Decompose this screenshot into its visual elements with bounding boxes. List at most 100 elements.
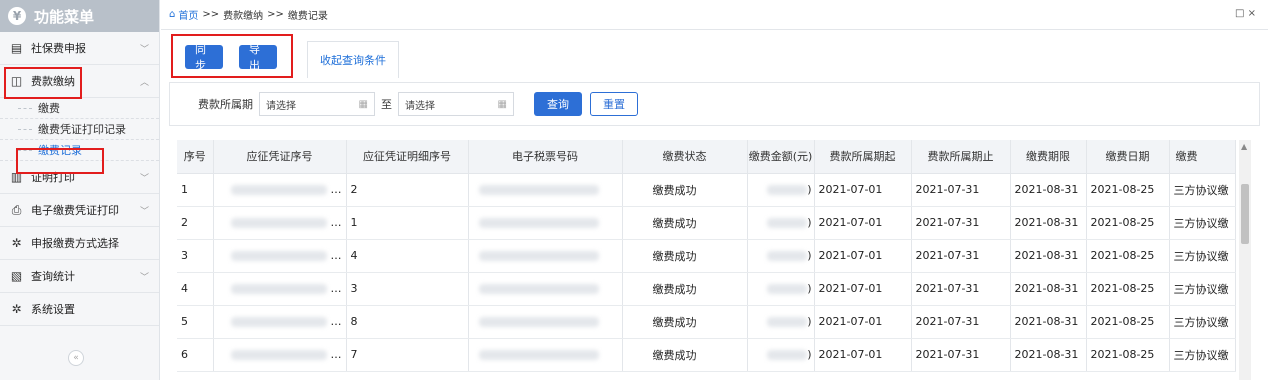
period-end-input[interactable]: 请选择 ▦ — [398, 92, 514, 116]
status-cell: 缴费成功 — [622, 272, 748, 306]
table-row[interactable]: 3 … 4 缴费成功) 2021-07-01 2021-07-31 2021-08-31 20… — [177, 239, 1236, 273]
breadcrumb-home-link[interactable]: 首页 — [178, 7, 198, 22]
row-number-cell: 4 — [177, 272, 214, 306]
redacted-value — [478, 350, 599, 360]
sidebar-item-system-settings[interactable]: ✲ 系统设置 — [0, 293, 159, 326]
sync-button[interactable]: 同步 — [185, 43, 223, 72]
sidebar-item-e-voucher-print[interactable]: ⎙ 电子缴费凭证打印 ﹀ — [0, 194, 159, 227]
column-header: 电子税票号码 — [468, 140, 623, 174]
table-header-row: 序号 应征凭证序号 应征凭证明细序号 电子税票号码 缴费状态 缴费金额(元) 费… — [177, 140, 1236, 174]
period-start-placeholder: 请选择 — [266, 100, 296, 112]
table-row[interactable]: 2 … 1 缴费成功) 2021-07-01 2021-07-31 2021-08-31 20… — [177, 206, 1236, 240]
document-icon: ▤ — [10, 41, 23, 55]
tax-ticket-cell — [468, 206, 623, 240]
sidebar-item-certificate-print[interactable]: ▥ 证明打印 ﹀ — [0, 161, 159, 194]
sidebar-item-label: 费款缴纳 — [31, 75, 75, 88]
sidebar-subitem-payment-records[interactable]: 缴费记录 — [0, 140, 159, 161]
sidebar-subitem-voucher-print-records[interactable]: 缴费凭证打印记录 — [0, 119, 159, 140]
tax-ticket-cell — [468, 272, 623, 306]
bookmark-icon: ◫ — [10, 74, 23, 88]
table-row[interactable]: 5 … 8 缴费成功) 2021-07-01 2021-07-31 2021-08-31 20… — [177, 305, 1236, 339]
detail-number-cell: 2 — [346, 173, 469, 207]
tax-ticket-cell — [468, 338, 623, 372]
status-cell: 缴费成功 — [622, 239, 748, 273]
tab-collapse-query[interactable]: 收起查询条件 — [307, 41, 399, 78]
query-button[interactable]: 查询 — [534, 92, 582, 116]
status-cell: 缴费成功 — [622, 173, 748, 207]
deadline-cell: 2021-08-31 — [1010, 272, 1087, 306]
voucher-number-cell: … — [213, 305, 347, 339]
period-start-cell: 2021-07-01 — [814, 305, 912, 339]
period-start-cell: 2021-07-01 — [814, 338, 912, 372]
calendar-icon: ▦ — [358, 98, 368, 110]
sidebar-item-payment-method[interactable]: ✲ 申报缴费方式选择 — [0, 227, 159, 260]
window-controls[interactable]: □ × — [1235, 8, 1256, 19]
sidebar-item-label: 系统设置 — [31, 303, 75, 316]
sidebar-title: 功能菜单 — [34, 7, 95, 26]
deadline-cell: 2021-08-31 — [1010, 206, 1087, 240]
chart-icon: ▧ — [10, 269, 23, 283]
sidebar-item-label: 电子缴费凭证打印 — [31, 204, 119, 217]
period-end-cell: 2021-07-31 — [911, 173, 1011, 207]
sidebar-item-label: 申报缴费方式选择 — [31, 237, 119, 250]
redacted-value — [767, 185, 808, 195]
vertical-scrollbar[interactable]: ▲ — [1239, 140, 1251, 380]
redacted-value — [767, 284, 808, 294]
status-cell: 缴费成功 — [622, 206, 748, 240]
sidebar-item-label: 证明打印 — [31, 171, 75, 184]
sidebar-subitem-pay[interactable]: 缴费 — [0, 98, 159, 119]
row-number-cell: 2 — [177, 206, 214, 240]
yuan-icon: ¥ — [8, 7, 26, 25]
sidebar: ¥ 功能菜单 ▤ 社保费申报 ﹀ ◫ 费款缴纳 ︿ 缴费 缴费凭证打印记录 缴费… — [0, 0, 160, 380]
payment-date-cell: 2021-08-25 — [1086, 206, 1170, 240]
period-start-input[interactable]: 请选择 ▦ — [259, 92, 375, 116]
tax-ticket-cell — [468, 173, 623, 207]
voucher-number-cell: … — [213, 239, 347, 273]
amount-cell: ) — [747, 305, 815, 339]
sidebar-item-query-stats[interactable]: ▧ 查询统计 ﹀ — [0, 260, 159, 293]
export-button[interactable]: 导出 — [239, 43, 277, 72]
payment-method-cell: 三方协议缴 — [1169, 338, 1236, 372]
tab-label: 收起查询条件 — [320, 54, 386, 67]
sidebar-item-fee-payment[interactable]: ◫ 费款缴纳 ︿ — [0, 65, 159, 98]
certificate-icon: ▥ — [10, 170, 23, 184]
redacted-value — [230, 284, 327, 294]
tax-ticket-cell — [468, 239, 623, 273]
table-row[interactable]: 6 … 7 缴费成功) 2021-07-01 2021-07-31 2021-08-31 20… — [177, 338, 1236, 372]
scrollbar-thumb[interactable] — [1241, 184, 1249, 244]
truncation-mark: … — [330, 183, 342, 196]
scroll-up-icon[interactable]: ▲ — [1241, 142, 1247, 151]
payment-method-cell: 三方协议缴 — [1169, 305, 1236, 339]
printer-icon: ⎙ — [11, 202, 22, 217]
table-row[interactable]: 1 … 2 缴费成功) 2021-07-01 2021-07-31 2021-08-31 20… — [177, 173, 1236, 207]
voucher-number-cell: … — [213, 206, 347, 240]
payment-date-cell: 2021-08-25 — [1086, 338, 1170, 372]
redacted-value — [767, 317, 808, 327]
period-start-cell: 2021-07-01 — [814, 206, 912, 240]
deadline-cell: 2021-08-31 — [1010, 338, 1087, 372]
sidebar-collapse-button[interactable]: « — [68, 350, 84, 366]
redacted-value — [767, 218, 808, 228]
amount-cell: ) — [747, 239, 815, 273]
reset-button[interactable]: 重置 — [590, 92, 638, 116]
column-header: 缴费 — [1169, 140, 1236, 174]
breadcrumb-separator: >> — [267, 9, 284, 20]
voucher-number-cell: … — [213, 338, 347, 372]
redacted-value — [230, 251, 327, 261]
detail-number-cell: 1 — [346, 206, 469, 240]
voucher-number-cell: … — [213, 272, 347, 306]
chevron-down-icon: ﹀ — [139, 206, 149, 217]
period-label: 费款所属期 — [198, 98, 253, 111]
redacted-value — [767, 251, 808, 261]
payment-method-cell: 三方协议缴 — [1169, 239, 1236, 273]
chevron-down-icon: ﹀ — [139, 272, 149, 283]
sidebar-item-social-insurance-declare[interactable]: ▤ 社保费申报 ﹀ — [0, 32, 159, 65]
status-cell: 缴费成功 — [622, 305, 748, 339]
sidebar-item-label: 查询统计 — [31, 270, 75, 283]
column-header: 费款所属期止 — [911, 140, 1011, 174]
redacted-value — [230, 350, 327, 360]
table-row[interactable]: 4 … 3 缴费成功) 2021-07-01 2021-07-31 2021-08-31 20… — [177, 272, 1236, 306]
amount-cell: ) — [747, 338, 815, 372]
detail-number-cell: 8 — [346, 305, 469, 339]
gear-icon: ✲ — [11, 302, 22, 316]
